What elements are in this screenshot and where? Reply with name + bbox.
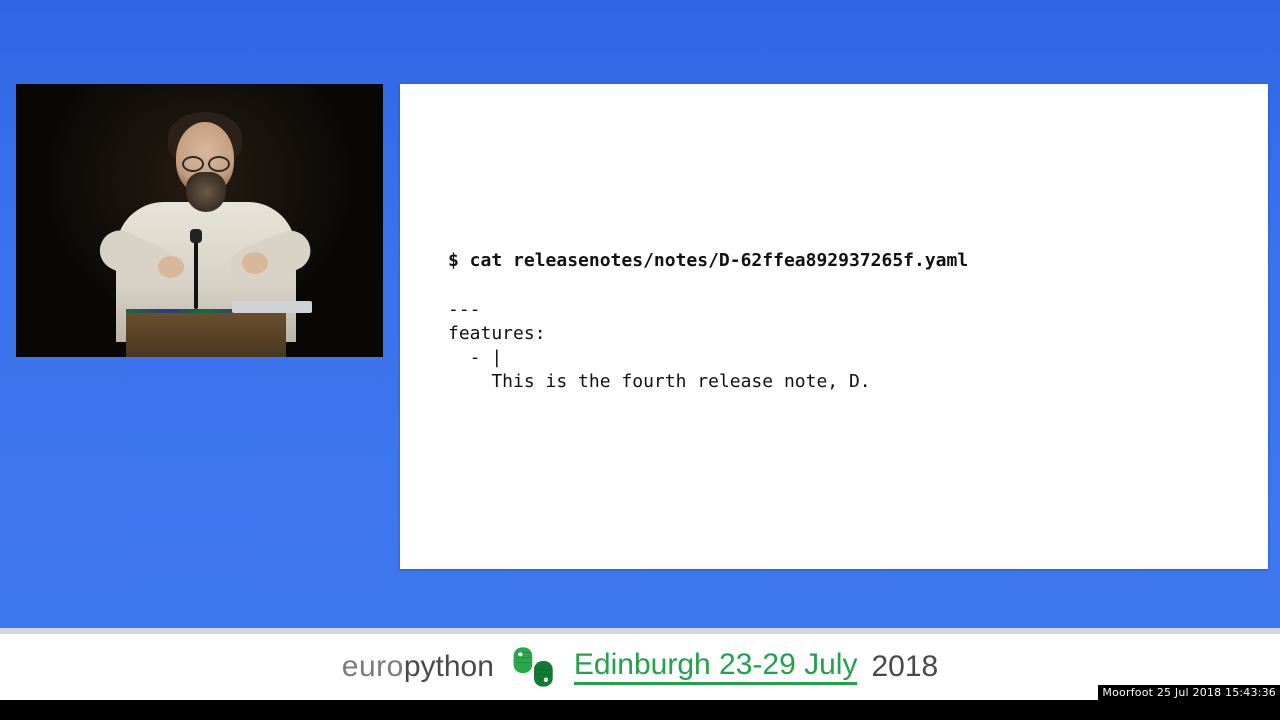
python-logo-icon [508, 644, 560, 690]
location-dates: Edinburgh 23-29 July [574, 650, 858, 685]
brand-prefix: euro [342, 650, 404, 683]
slide-command-line: $ cat releasenotes/notes/D-62ffea8929372… [448, 250, 968, 271]
slide-code-block: $ cat releasenotes/notes/D-62ffea8929372… [448, 249, 968, 395]
brand-suffix: python [404, 650, 494, 683]
speaker-camera-feed [16, 84, 383, 357]
conference-footer: europython Edinburgh 23-29 July 2018 [0, 634, 1280, 700]
presentation-slide: $ cat releasenotes/notes/D-62ffea8929372… [400, 84, 1268, 569]
conference-year: 2018 [871, 650, 938, 684]
recording-overlay-timestamp: Moorfoot 25 Jul 2018 15:43:36 [1098, 685, 1280, 700]
video-stage: $ cat releasenotes/notes/D-62ffea8929372… [0, 0, 1280, 634]
letterbox-bottom [0, 700, 1280, 720]
slide-yaml-body: --- features: - | This is the fourth rel… [448, 299, 871, 393]
brand-name: europython [342, 650, 494, 684]
